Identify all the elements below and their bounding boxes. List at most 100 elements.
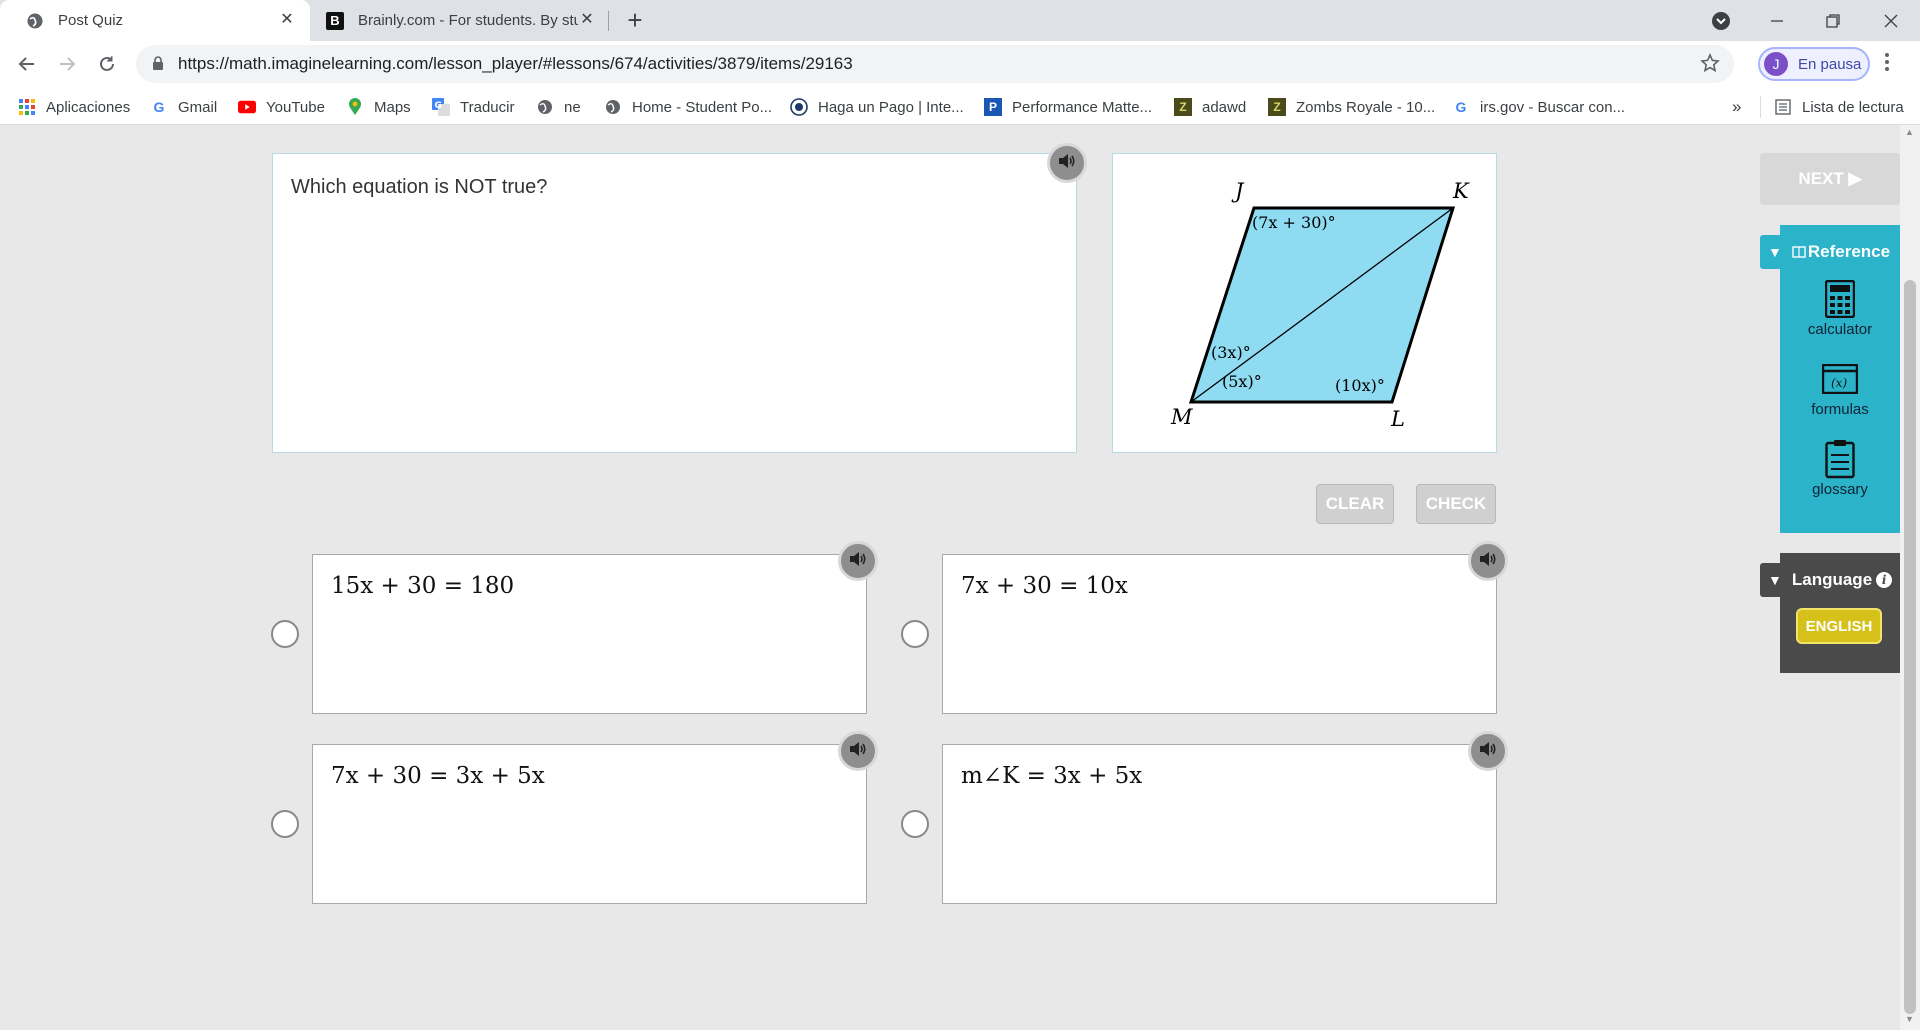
choice-equation: m∠K = 3x + 5x — [961, 763, 1143, 789]
bookmark-apps[interactable]: Aplicaciones — [18, 96, 130, 118]
tab-title: Post Quiz — [58, 12, 124, 29]
globe-icon — [536, 98, 554, 116]
language-label: Language — [1791, 570, 1873, 589]
prompt-audio-button[interactable] — [1047, 143, 1087, 183]
question-prompt: Which equation is NOT true? — [291, 176, 548, 198]
svg-text:G: G — [435, 101, 442, 111]
choice-d-audio-button[interactable] — [1468, 731, 1508, 771]
close-window-icon[interactable] — [1876, 6, 1906, 36]
clear-button[interactable]: CLEAR — [1316, 484, 1394, 524]
question-prompt-card: Which equation is NOT true? — [272, 153, 1077, 453]
maps-pin-icon — [346, 98, 364, 116]
bookmark-label: irs.gov - Buscar con... — [1480, 98, 1626, 116]
z-icon: Z — [1174, 98, 1192, 116]
check-button[interactable]: CHECK — [1416, 484, 1496, 524]
collapse-triangle-icon: ▼ — [1768, 244, 1782, 260]
choice-equation: 7x + 30 = 3x + 5x — [331, 763, 545, 789]
scroll-up-arrow-icon[interactable]: ▲ — [1905, 127, 1914, 137]
bookmark-irs[interactable]: G irs.gov - Buscar con... — [1452, 96, 1626, 118]
profile-button[interactable]: J En pausa — [1758, 47, 1870, 81]
restore-icon[interactable] — [1818, 6, 1848, 36]
bookmark-label: Traducir — [460, 98, 515, 116]
bookmark-label: adawd — [1202, 98, 1247, 116]
next-button[interactable]: NEXT ▶ — [1760, 153, 1900, 205]
bookmark-youtube[interactable]: YouTube — [238, 96, 325, 118]
choice-a-radio[interactable] — [271, 620, 299, 648]
english-language-button[interactable]: ENGLISH — [1796, 608, 1882, 644]
vertex-j-label: J — [1231, 179, 1245, 203]
glossary-label: glossary — [1812, 481, 1868, 498]
calculator-icon — [1780, 277, 1900, 321]
menu-kebab-icon[interactable] — [1884, 51, 1894, 77]
formulas-label: formulas — [1811, 401, 1869, 418]
choice-b-audio-button[interactable] — [1468, 541, 1508, 581]
reading-list-icon — [1774, 98, 1792, 116]
info-icon[interactable]: i — [1876, 572, 1893, 588]
bookmark-label: Home - Student Po... — [632, 98, 773, 116]
bookmark-haga-pago[interactable]: Haga un Pago | Inte... — [790, 96, 964, 118]
formulas-icon: (x) — [1780, 357, 1900, 401]
choice-equation: 15x + 30 = 180 — [331, 573, 515, 599]
choice-d-radio[interactable] — [901, 810, 929, 838]
more-bookmarks-button[interactable]: » — [1732, 96, 1741, 118]
answer-choice-b[interactable]: 7x + 30 = 10x — [942, 554, 1497, 714]
bookmark-label: Lista de lectura — [1802, 98, 1904, 116]
minimize-icon[interactable] — [1762, 6, 1792, 36]
bookmark-zombs[interactable]: Z Zombs Royale - 10... — [1268, 96, 1435, 118]
glossary-button[interactable]: glossary — [1780, 437, 1900, 498]
angle-l-label: (10x)° — [1335, 376, 1385, 395]
choice-a-audio-button[interactable] — [838, 541, 878, 581]
new-tab-button[interactable]: + — [622, 7, 648, 34]
glossary-icon — [1780, 437, 1900, 481]
language-toggle[interactable]: ▼ Language i — [1760, 563, 1900, 597]
page-scrollbar[interactable]: ▲ ▼ — [1900, 125, 1920, 1030]
formulas-button[interactable]: (x) formulas — [1780, 357, 1900, 418]
bookmark-label: Maps — [374, 98, 411, 116]
scroll-down-arrow-icon[interactable]: ▼ — [1905, 1014, 1914, 1024]
choice-c-radio[interactable] — [271, 810, 299, 838]
bookmark-maps[interactable]: Maps — [346, 96, 411, 118]
calculator-button[interactable]: calculator — [1780, 277, 1900, 338]
bookmark-traducir[interactable]: G Traducir — [432, 96, 514, 118]
tab-divider — [608, 11, 609, 31]
bookmark-ne[interactable]: ne — [536, 96, 581, 118]
answer-choice-d[interactable]: m∠K = 3x + 5x — [942, 744, 1497, 904]
tab-brainly[interactable]: B Brainly.com - For students. By stu ✕ — [310, 0, 610, 41]
choice-equation: 7x + 30 = 10x — [961, 573, 1128, 599]
google-icon: G — [1455, 99, 1467, 115]
tab-post-quiz[interactable]: Post Quiz ✕ — [0, 0, 310, 41]
close-tab-icon[interactable]: ✕ — [578, 11, 596, 29]
reading-list-button[interactable]: Lista de lectura — [1774, 96, 1904, 118]
reference-toggle[interactable]: ▼ Reference — [1760, 235, 1900, 269]
bookmark-gmail[interactable]: G Gmail — [150, 96, 218, 118]
parallelogram-diagram: J K L M (7x + 30)° (3x)° (5x)° (10x)° — [1170, 179, 1470, 431]
reload-icon[interactable] — [92, 49, 122, 79]
speaker-icon — [1057, 152, 1077, 175]
bookmark-home-student[interactable]: Home - Student Po... — [604, 96, 772, 118]
choice-b-radio[interactable] — [901, 620, 929, 648]
brainly-icon: B — [326, 11, 344, 30]
choice-c-audio-button[interactable] — [838, 731, 878, 771]
calculator-label: calculator — [1807, 321, 1873, 338]
bookmark-performance[interactable]: P Performance Matte... — [984, 96, 1152, 118]
bookmarks-divider — [1760, 96, 1761, 118]
profile-status: En pausa — [1798, 55, 1862, 73]
reference-book-icon — [1792, 246, 1806, 258]
scrollbar-thumb[interactable] — [1904, 280, 1916, 1014]
bookmark-star-icon[interactable] — [1700, 53, 1720, 78]
answer-choice-a[interactable]: 15x + 30 = 180 — [312, 554, 867, 714]
forward-arrow-icon[interactable] — [52, 49, 82, 79]
tab-search-icon[interactable] — [1706, 6, 1736, 36]
close-tab-icon[interactable]: ✕ — [278, 11, 296, 29]
speaker-icon — [1478, 740, 1498, 763]
bookmark-adawd[interactable]: Z adawd — [1174, 96, 1246, 118]
back-arrow-icon[interactable] — [12, 49, 42, 79]
bookmark-label: Gmail — [178, 98, 218, 116]
collapse-triangle-icon: ▼ — [1768, 572, 1782, 588]
avatar: J — [1764, 52, 1788, 76]
address-bar[interactable]: https://math.imaginelearning.com/lesson_… — [136, 45, 1734, 83]
z-icon: Z — [1268, 98, 1286, 116]
bookmark-label: Aplicaciones — [46, 98, 131, 116]
answer-choice-c[interactable]: 7x + 30 = 3x + 5x — [312, 744, 867, 904]
speaker-icon — [848, 550, 868, 573]
